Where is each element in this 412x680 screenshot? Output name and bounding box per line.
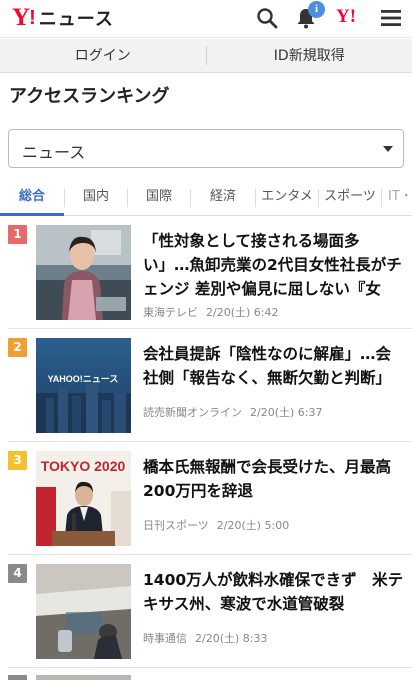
ranking-item-5-partial[interactable]: [8, 675, 27, 680]
notification-badge[interactable]: i: [308, 1, 325, 18]
tokyo-2020-text: TOKYO 2020: [41, 458, 126, 474]
row-divider: [8, 441, 412, 442]
article-title[interactable]: 1400万人が飲料水確保できず 米テキサス州、寒波で水道管破裂: [143, 568, 405, 616]
rank-badge: 4: [8, 564, 27, 583]
tab-sports[interactable]: スポーツ: [319, 180, 381, 216]
section-title: アクセスランキング: [9, 86, 170, 107]
article-thumbnail[interactable]: [36, 564, 131, 659]
logo-exclamation: !: [29, 6, 36, 29]
menu-icon[interactable]: [379, 6, 403, 30]
article-title[interactable]: 橋本氏無報酬で会長受けた、月最高200万円を辞退: [143, 455, 405, 503]
logo-text: ニュース: [38, 9, 114, 30]
yahoo-news-watermark: YAHOO!ニュース: [48, 374, 119, 384]
register-button[interactable]: ID新規取得: [207, 39, 412, 72]
rank-badge: 2: [8, 338, 27, 357]
category-tabs: 総合 国内 国際 経済 エンタメ スポーツ IT・: [0, 180, 412, 216]
auth-bar: ログイン ID新規取得: [0, 39, 412, 73]
row-divider: [8, 328, 412, 329]
caret-down-icon: [383, 146, 393, 152]
category-select[interactable]: ニュース: [8, 129, 404, 168]
article-time: 2/20(土) 6:42: [206, 306, 279, 319]
rank-badge: 1: [8, 225, 27, 244]
yahoo-logo[interactable]: Y!: [336, 6, 356, 28]
tab-kokusai[interactable]: 国際: [128, 180, 190, 216]
app-header: Y ! ニュース i Y!: [0, 0, 412, 38]
ranking-item-4[interactable]: 4 1400万人が飲料水確保できず 米テキサス州、寒波で水道管破裂 時事通信 2/…: [0, 564, 412, 675]
article-time: 2/20(土) 5:00: [216, 519, 290, 532]
login-button[interactable]: ログイン: [0, 39, 206, 72]
article-thumbnail[interactable]: [36, 225, 131, 320]
article-time: 2/20(土) 6:37: [250, 406, 323, 419]
tab-keizai[interactable]: 経済: [191, 180, 255, 216]
article-meta: 読売新聞オンライン 2/20(土) 6:37: [143, 404, 330, 420]
tab-entame[interactable]: エンタメ: [256, 180, 318, 216]
article-title[interactable]: 「性対象として接される場面多い」…魚卸売業の2代目女性社長がチェンジ 差別や偏見…: [143, 229, 405, 301]
ranking-item-3[interactable]: 3 TOKYO 2020 橋本氏無報酬で会長受けた、月最高200万円を辞退 日刊…: [0, 451, 412, 562]
ranking-item-2[interactable]: 2 YAHOO!ニュース 会社員提訴「陰性なのに解雇」…会社側「報告なく、無断欠…: [0, 338, 412, 449]
row-divider: [8, 554, 412, 555]
ranking-item-1[interactable]: 1 「性対象として接される場面多い」…魚卸売業の2代目女性社長がチェンジ 差別や…: [0, 225, 412, 336]
article-source: 東海テレビ: [143, 306, 198, 319]
row-divider: [8, 667, 412, 668]
article-source: 日刊スポーツ: [143, 519, 209, 532]
article-source: 読売新聞オンライン: [143, 406, 242, 419]
article-thumbnail[interactable]: [36, 675, 131, 680]
tab-kokunai[interactable]: 国内: [65, 180, 127, 216]
search-icon[interactable]: [255, 6, 279, 30]
yahoo-news-logo[interactable]: Y ! ニュース: [12, 4, 114, 32]
article-meta: 日刊スポーツ 2/20(土) 5:00: [143, 517, 297, 533]
tab-it[interactable]: IT・: [382, 180, 412, 216]
article-meta: 東海テレビ 2/20(土) 6:42: [143, 304, 286, 320]
article-time: 2/20(土) 8:33: [195, 632, 268, 645]
rank-badge: 3: [8, 451, 27, 470]
category-select-value: ニュース: [22, 143, 86, 162]
article-thumbnail[interactable]: YAHOO!ニュース: [36, 338, 131, 433]
logo-y: Y: [12, 4, 30, 31]
article-source: 時事通信: [143, 632, 187, 645]
article-meta: 時事通信 2/20(土) 8:33: [143, 630, 275, 646]
article-thumbnail[interactable]: TOKYO 2020: [36, 451, 131, 546]
article-title[interactable]: 会社員提訴「陰性なのに解雇」…会社側「報告なく、無断欠勤と判断」: [143, 342, 405, 390]
tab-sogo[interactable]: 総合: [0, 180, 64, 216]
